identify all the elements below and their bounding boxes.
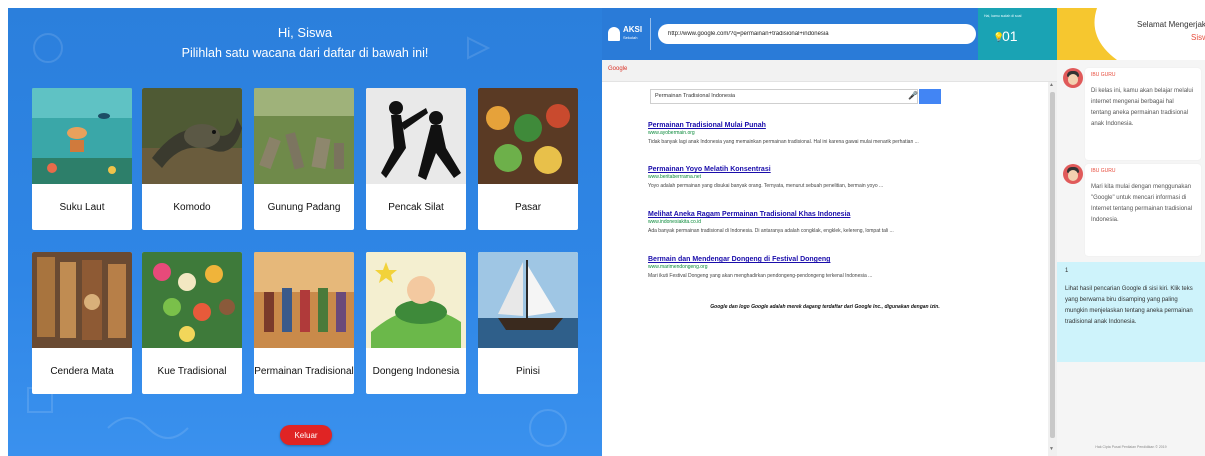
header-wave-decoration: [1057, 8, 1117, 60]
scroll-down-icon[interactable]: ▼: [1049, 446, 1054, 452]
komodo-image: [142, 88, 242, 184]
teacher-avatar-icon: [1063, 164, 1083, 184]
result-url: www.indonesiakita.co.id: [648, 219, 702, 225]
permainan-tradisional-image: [254, 252, 354, 348]
card-label: Suku Laut: [59, 201, 105, 213]
result-url: www.marimendongeng.org: [648, 264, 708, 270]
card-label: Pasar: [514, 201, 542, 213]
search-input[interactable]: Permainan Tradisional Indonesia: [650, 89, 918, 104]
pinisi-image: [478, 252, 578, 348]
card-dongeng-indonesia[interactable]: Dongeng Indonesia: [366, 252, 466, 394]
card-label: Pinisi: [516, 365, 540, 377]
trademark-note: Google dan logo Google adalah merek daga…: [710, 304, 940, 310]
scrollbar-thumb[interactable]: [1050, 92, 1055, 438]
result-title-link[interactable]: Permainan Tradisional Mulai Punah: [648, 121, 978, 130]
card-cendera-mata[interactable]: Cendera Mata: [32, 252, 132, 394]
card-suku-laut[interactable]: Suku Laut: [32, 88, 132, 230]
pencak-silat-image: [366, 88, 466, 184]
chat-panel: Selamat Mengerjakan Siswa IBU GURU Di ke…: [1057, 8, 1205, 456]
instruction-text: Pilihlah satu wacana dari daftar di bawa…: [181, 46, 429, 60]
result-snippet: Ada banyak permainan tradisional di Indo…: [648, 228, 894, 234]
result-title-link[interactable]: Bermain dan Mendengar Dongeng di Festiva…: [648, 255, 978, 264]
pasar-image: [478, 88, 578, 184]
chat-message: IBU GURU Di kelas ini, kamu akan belajar…: [1085, 68, 1201, 160]
result-title-link[interactable]: Permainan Yoyo Melatih Konsentrasi: [648, 165, 978, 174]
browser-toolbar: AKSI Sekolah Hai, kamu sudah di soal 💡 0…: [602, 8, 1057, 60]
task-text: Lihat hasil pencarian Google di sisi kir…: [1065, 286, 1193, 325]
gunung-padang-image: [254, 88, 354, 184]
message-text: Di kelas ini, kamu akan belajar melalui …: [1091, 88, 1194, 127]
logo-main-text: AKSI: [623, 25, 643, 34]
chat-message: IBU GURU Mari kita mulai dengan mengguna…: [1085, 164, 1201, 256]
card-komodo[interactable]: Komodo: [142, 88, 242, 230]
google-label: Google: [608, 66, 628, 72]
task-box: 1 Lihat hasil pencarian Google di sisi k…: [1057, 262, 1205, 362]
header-user-name: Siswa: [1191, 33, 1205, 42]
toolbar-divider: [650, 18, 651, 50]
card-pencak-silat[interactable]: Pencak Silat: [366, 88, 466, 230]
article-selection-panel: Hi, Siswa Pilihlah satu wacana dari daft…: [8, 8, 602, 456]
card-kue-tradisional[interactable]: Kue Tradisional: [142, 252, 242, 394]
scrollbar[interactable]: ▲ ▼: [1048, 82, 1057, 456]
search-result: Permainan Yoyo Melatih Konsentrasi www.b…: [648, 165, 978, 191]
card-label: Permainan Tradisional: [254, 365, 354, 377]
message-sender: IBU GURU: [1091, 168, 1116, 174]
card-label: Gunung Padang: [267, 201, 341, 213]
scroll-up-icon[interactable]: ▲: [1049, 82, 1054, 88]
chat-header: Selamat Mengerjakan Siswa: [1057, 8, 1205, 60]
message-text: Mari kita mulai dengan menggunakan "Goog…: [1091, 184, 1193, 223]
card-label: Pencak Silat: [388, 201, 444, 213]
task-number: 1: [1065, 268, 1069, 274]
question-counter: Hai, kamu sudah di soal 💡 01: [978, 8, 1057, 60]
dongeng-indonesia-image: [366, 252, 466, 348]
google-header: Google: [602, 60, 1057, 82]
url-field[interactable]: [658, 24, 976, 44]
greeting: Hi, Siswa: [277, 25, 333, 40]
result-url: www.beritaberrrama.net: [648, 174, 702, 180]
counter-value: 01: [1002, 28, 1018, 44]
card-pinisi[interactable]: Pinisi: [478, 252, 578, 394]
result-snippet: Mari ikuti Festival Dongeng yang akan me…: [648, 273, 873, 279]
search-result: Permainan Tradisional Mulai Punah www.ay…: [648, 121, 978, 147]
aksi-logo-mark: [608, 27, 620, 41]
result-snippet: Tidak banyak lagi anak Indonesia yang me…: [648, 139, 919, 145]
result-title-link[interactable]: Melihat Aneka Ragam Permainan Tradisiona…: [648, 210, 978, 219]
logo-sub-text: Sekolah: [623, 35, 638, 40]
browser-simulation: AKSI Sekolah Hai, kamu sudah di soal 💡 0…: [602, 8, 1057, 456]
cendera-mata-image: [32, 252, 132, 348]
card-label: Cendera Mata: [50, 365, 114, 377]
logout-button[interactable]: Keluar: [280, 425, 332, 445]
suku-laut-image: [32, 88, 132, 184]
card-pasar[interactable]: Pasar: [478, 88, 578, 230]
header-title: Selamat Mengerjakan: [1137, 20, 1205, 29]
search-result: Bermain dan Mendengar Dongeng di Festiva…: [648, 255, 978, 281]
copyright-footer: Hak Cipta Pusat Penilaian Pendidikan © 2…: [1095, 445, 1167, 449]
search-result: Melihat Aneka Ragam Permainan Tradisiona…: [648, 210, 978, 236]
microphone-icon[interactable]: 🎤: [908, 91, 918, 100]
card-label: Kue Tradisional: [157, 365, 227, 377]
card-gunung-padang[interactable]: Gunung Padang: [254, 88, 354, 230]
result-snippet: Yoyo adalah permainan yang disukai banya…: [648, 183, 884, 189]
search-button[interactable]: [919, 89, 941, 104]
card-label: Dongeng Indonesia: [372, 365, 460, 377]
card-permainan-tradisional[interactable]: Permainan Tradisional: [254, 252, 354, 394]
kue-tradisional-image: [142, 252, 242, 348]
message-sender: IBU GURU: [1091, 72, 1116, 78]
counter-caption: Hai, kamu sudah di soal: [984, 14, 1022, 18]
aksi-logo: AKSI Sekolah: [608, 25, 644, 45]
card-label: Komodo: [173, 201, 211, 213]
result-url: www.ayobermain.org: [648, 130, 695, 136]
teacher-avatar-icon: [1063, 68, 1083, 88]
